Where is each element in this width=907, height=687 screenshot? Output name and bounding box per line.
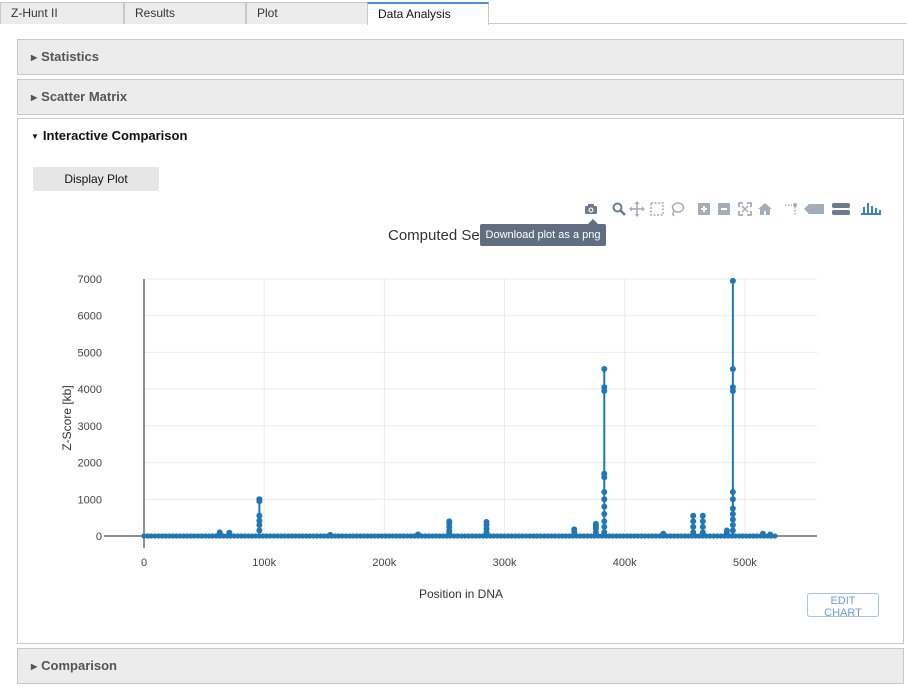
tick-labels: 0 1000 2000 3000 4000 5000 6000 7000 0 100k 200k 30…	[78, 274, 758, 569]
data-point	[690, 512, 697, 519]
data-point	[216, 529, 223, 536]
scatter-matrix-header[interactable]: ▶ Scatter Matrix	[18, 80, 903, 114]
data-point	[660, 530, 667, 537]
x-tick-label: 300k	[493, 557, 517, 569]
data-point	[729, 488, 736, 495]
data-point	[772, 533, 778, 539]
x-tick-label: 500k	[733, 557, 757, 569]
interactive-comparison-panel: ▼ Interactive Comparison Display Plot Co…	[17, 118, 904, 644]
y-axis-label: Z-Score [kb]	[60, 385, 74, 450]
x-tick-label: 100k	[252, 557, 276, 569]
y-tick-label: 5000	[78, 347, 102, 359]
caret-right-icon: ▶	[31, 53, 38, 62]
data-point	[759, 530, 766, 537]
data-point	[729, 496, 736, 503]
data-point	[601, 503, 608, 510]
y-tick-label: 1000	[78, 494, 102, 506]
data-point	[601, 518, 608, 525]
y-tick-label: 6000	[78, 311, 102, 323]
data-point	[699, 529, 706, 536]
tab-plot[interactable]: Plot	[246, 2, 368, 24]
data-point	[729, 365, 736, 372]
x-tick-label: 400k	[613, 557, 637, 569]
data-point	[256, 527, 263, 534]
comparison-panel: ▶ Comparison	[17, 648, 904, 684]
data-point	[483, 519, 490, 526]
caret-right-icon: ▶	[31, 93, 38, 102]
y-tick-label: 4000	[78, 384, 102, 396]
data-point	[729, 277, 736, 284]
plot-area[interactable]: 0 1000 2000 3000 4000 5000 6000 7000 0 100k 200k 30…	[18, 119, 903, 643]
edit-chart-button[interactable]: EDIT CHART	[807, 593, 879, 619]
data-point	[767, 531, 774, 538]
data-point	[256, 512, 263, 519]
caret-right-icon: ▶	[31, 662, 38, 671]
y-tick-label: 7000	[78, 274, 102, 286]
statistics-header[interactable]: ▶ Statistics	[18, 40, 903, 74]
data-point	[601, 510, 608, 517]
data-point	[729, 384, 736, 391]
axes	[104, 279, 817, 548]
y-tick-label: 0	[96, 531, 102, 543]
comparison-label: Comparison	[41, 658, 117, 673]
data-point	[729, 527, 736, 534]
x-tick-label: 200k	[372, 557, 396, 569]
data-point	[446, 518, 453, 525]
data-point	[729, 505, 736, 512]
data-point	[571, 526, 578, 533]
tab-label: Z-Hunt II	[11, 6, 58, 20]
gridlines	[144, 278, 817, 536]
download-tooltip: Download plot as a png	[480, 219, 606, 246]
data-point	[699, 523, 706, 530]
data-point	[601, 470, 608, 477]
data-point	[690, 529, 697, 536]
data-point	[729, 516, 736, 523]
data-point	[699, 512, 706, 519]
x-tick-label: 0	[141, 557, 147, 569]
tab-results[interactable]: Results	[124, 2, 246, 24]
data-point	[601, 384, 608, 391]
y-tick-label: 3000	[78, 421, 102, 433]
tab-data-analysis[interactable]: Data Analysis	[367, 2, 489, 25]
scatter-matrix-panel: ▶ Scatter Matrix	[17, 79, 904, 115]
data-point	[256, 496, 263, 503]
data-point	[601, 529, 608, 536]
y-tick-label: 2000	[78, 458, 102, 470]
tab-label: Data Analysis	[378, 7, 451, 21]
data-point	[601, 523, 608, 530]
data-point	[601, 365, 608, 372]
data-point	[729, 521, 736, 528]
statistics-label: Statistics	[41, 49, 99, 64]
scatter-matrix-label: Scatter Matrix	[41, 89, 128, 104]
data-point	[690, 523, 697, 530]
data-point	[699, 518, 706, 525]
data-point	[226, 529, 233, 536]
x-axis-label: Position in DNA	[419, 587, 503, 601]
comparison-header[interactable]: ▶ Comparison	[18, 649, 903, 683]
tab-label: Results	[135, 6, 176, 20]
data-point	[690, 518, 697, 525]
data-point	[327, 531, 334, 538]
tab-bar: Z-Hunt II Results Plot Data Analysis	[0, 0, 907, 25]
data-point	[415, 531, 422, 538]
data-point	[592, 520, 599, 527]
tab-label: Plot	[257, 6, 278, 20]
data-point	[601, 488, 608, 495]
data-point	[729, 510, 736, 517]
statistics-panel: ▶ Statistics	[17, 39, 904, 75]
data-point	[723, 527, 730, 534]
data-point	[601, 496, 608, 503]
tab-z-hunt-ii[interactable]: Z-Hunt II	[0, 2, 124, 24]
